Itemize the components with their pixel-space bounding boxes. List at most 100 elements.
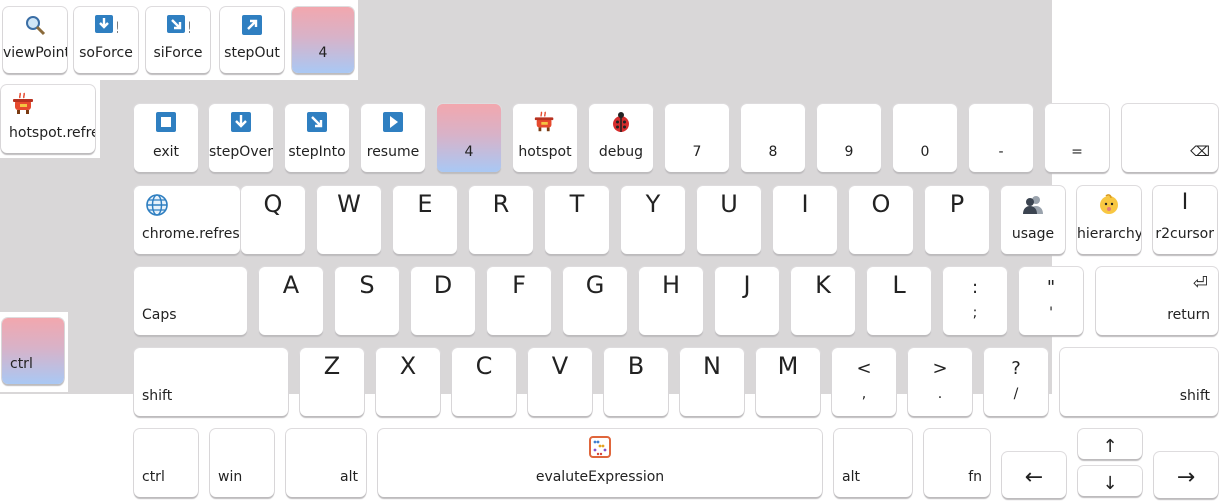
key-slash[interactable]: ? / [984, 348, 1048, 416]
key-label: ' [1049, 305, 1053, 321]
text-cursor-icon: I [1181, 190, 1189, 215]
key-label: Z [323, 352, 341, 380]
key-o[interactable]: O [849, 186, 913, 254]
key-g[interactable]: G [563, 267, 627, 335]
key-p[interactable]: P [925, 186, 989, 254]
key-x[interactable]: X [376, 348, 440, 416]
key-u[interactable]: U [697, 186, 761, 254]
key-0[interactable]: 0 [893, 104, 957, 172]
key-alt-left[interactable]: alt [286, 429, 366, 497]
key-label: alt [340, 469, 358, 485]
key-a[interactable]: A [259, 267, 323, 335]
key-layer-4[interactable]: 4 [292, 7, 354, 73]
key-period[interactable]: > . [908, 348, 972, 416]
key-label: hierarchy [1077, 226, 1141, 242]
key-usage[interactable]: usage [1001, 186, 1065, 254]
key-7[interactable]: 7 [665, 104, 729, 172]
key-comma[interactable]: < , [832, 348, 896, 416]
key-stepout[interactable]: stepOut [220, 7, 284, 73]
key-arrow-right[interactable]: → [1154, 452, 1218, 498]
key-chrome-refresh[interactable]: chrome.refresh [134, 186, 240, 254]
key-alt-right[interactable]: alt [834, 429, 912, 497]
key-debug[interactable]: debug [589, 104, 653, 172]
key-i[interactable]: I [773, 186, 837, 254]
key-shift-right[interactable]: shift [1060, 348, 1218, 416]
key-shift-label: " [1046, 277, 1056, 298]
key-resume[interactable]: resume [361, 104, 425, 172]
key-e[interactable]: E [393, 186, 457, 254]
key-viewpoint[interactable]: viewPoint [3, 7, 67, 73]
key-q[interactable]: Q [241, 186, 305, 254]
key-win[interactable]: win [210, 429, 274, 497]
key-caps[interactable]: Caps [134, 267, 247, 335]
key-label: H [661, 271, 681, 299]
key-k[interactable]: K [791, 267, 855, 335]
key-d[interactable]: D [411, 267, 475, 335]
key-hierarchy[interactable]: hierarchy [1077, 186, 1141, 254]
key-hotspot[interactable]: hotspot [513, 104, 577, 172]
key-layer-4[interactable]: 4 [437, 104, 501, 172]
key-stepover[interactable]: stepOver [209, 104, 273, 172]
key-r[interactable]: R [469, 186, 533, 254]
key-siforce[interactable]: ! siForce [146, 7, 210, 73]
key-equals[interactable]: = [1045, 104, 1109, 172]
arrow-down-icon: ↓ [1102, 473, 1118, 494]
key-label: I [801, 190, 809, 218]
key-r2cursor[interactable]: I r2cursor [1153, 186, 1217, 254]
key-label: T [569, 190, 585, 218]
key-h[interactable]: H [639, 267, 703, 335]
key-t[interactable]: T [545, 186, 609, 254]
stop-square-icon [156, 112, 176, 132]
key-arrow-down[interactable]: ↓ [1078, 466, 1142, 496]
key-ctrl-floating[interactable]: ctrl [2, 318, 64, 384]
key-arrow-up[interactable]: ↑ [1078, 429, 1142, 459]
key-fn[interactable]: fn [924, 429, 990, 497]
step-into-icon [307, 112, 327, 132]
key-return[interactable]: ⏎ return [1096, 267, 1218, 335]
arrow-left-icon: ← [1024, 465, 1044, 490]
key-quote[interactable]: " ' [1019, 267, 1083, 335]
key-stepinto[interactable]: stepInto [285, 104, 349, 172]
arrow-up-icon: ↑ [1102, 436, 1118, 457]
key-label: Caps [142, 307, 177, 323]
key-soforce[interactable]: ! soForce [74, 7, 138, 73]
key-s[interactable]: S [335, 267, 399, 335]
key-space-evaluate-expression[interactable]: evaluteExpression [378, 429, 822, 497]
key-shift-label: : [971, 277, 979, 298]
pot-icon [13, 92, 33, 114]
key-l[interactable]: L [867, 267, 931, 335]
key-m[interactable]: M [756, 348, 820, 416]
key-exit[interactable]: exit [134, 104, 198, 172]
key-label: ctrl [10, 356, 33, 372]
key-w[interactable]: W [317, 186, 381, 254]
key-label: W [337, 190, 361, 218]
play-icon [383, 112, 403, 132]
key-9[interactable]: 9 [817, 104, 881, 172]
key-label: M [777, 352, 799, 380]
key-label: stepOver [209, 144, 273, 160]
key-z[interactable]: Z [300, 348, 364, 416]
key-semicolon[interactable]: : ; [943, 267, 1007, 335]
key-v[interactable]: V [528, 348, 592, 416]
key-label: soForce [79, 45, 133, 61]
key-label: hotspot [518, 144, 572, 160]
key-shift-left[interactable]: shift [134, 348, 288, 416]
key-label: 4 [318, 45, 328, 61]
key-y[interactable]: Y [621, 186, 685, 254]
key-n[interactable]: N [680, 348, 744, 416]
key-minus[interactable]: - [969, 104, 1033, 172]
svg-text:!: ! [187, 18, 190, 37]
key-8[interactable]: 8 [741, 104, 805, 172]
key-arrow-left[interactable]: ← [1002, 452, 1066, 498]
key-hotspot-refresh[interactable]: hotspot.refresh [1, 85, 95, 153]
key-label: usage [1011, 226, 1055, 242]
key-j[interactable]: J [715, 267, 779, 335]
key-f[interactable]: F [487, 267, 551, 335]
key-label: S [359, 271, 375, 299]
key-ctrl[interactable]: ctrl [134, 429, 198, 497]
key-label: 8 [768, 144, 778, 160]
key-b[interactable]: B [604, 348, 668, 416]
key-label: U [720, 190, 738, 218]
key-c[interactable]: C [452, 348, 516, 416]
key-backspace[interactable]: ⌫ [1122, 104, 1218, 172]
